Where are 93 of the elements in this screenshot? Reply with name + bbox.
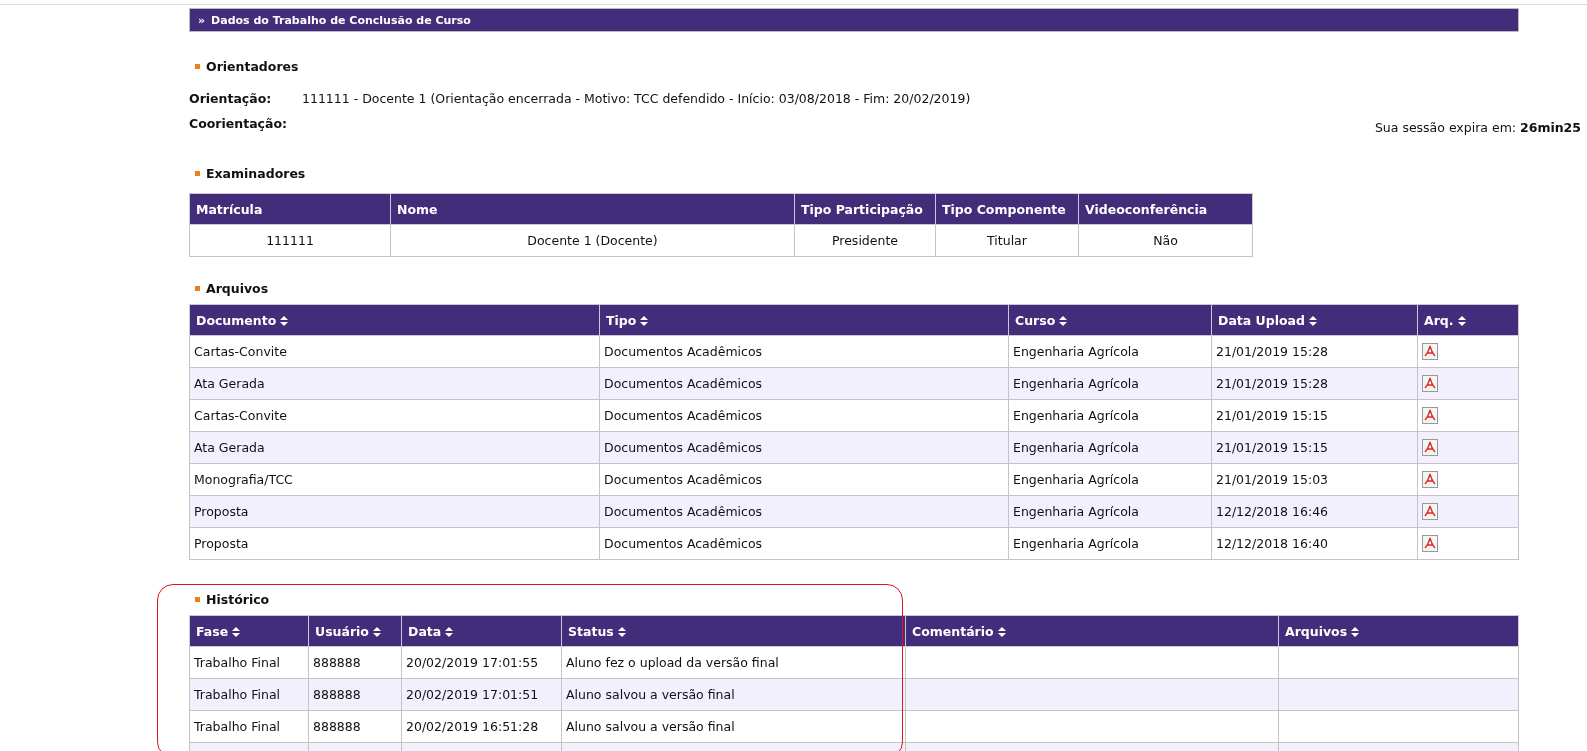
pdf-file-icon[interactable] [1422, 503, 1438, 520]
field-value: 111111 - Docente 1 (Orientação encerrada - Motivo: TCC defendido - Início: 03/08/2018 - Fim: 20/02/2019) [302, 91, 971, 106]
table-cell: 20/02/2019 16:51:28 [401, 710, 562, 743]
table-cell: Engenharia Agrícola [1008, 335, 1212, 368]
pdf-file-icon[interactable] [1422, 471, 1438, 488]
sort-icon [372, 627, 381, 637]
bullet-icon [195, 597, 200, 602]
sort-icon [232, 627, 241, 637]
bullet-icon [195, 286, 200, 291]
column-header[interactable]: Data [401, 615, 562, 647]
section-title: Arquivos [206, 281, 269, 296]
pdf-file-icon[interactable] [1422, 343, 1438, 360]
column-header[interactable]: Documento [189, 304, 600, 336]
table-cell: Trabalho Final [189, 646, 309, 679]
table-cell: Engenharia Agrícola [1008, 431, 1212, 464]
column-header[interactable]: Comentário [905, 615, 1279, 647]
table-cell: 12/12/2018 16:46 [1211, 495, 1418, 528]
table-cell: Proposta [189, 495, 600, 528]
table-cell: 111111 [189, 224, 391, 257]
section-title: Histórico [206, 592, 270, 607]
table-cell: Documentos Acadêmicos [599, 431, 1009, 464]
table-cell: Documentos Acadêmicos [599, 399, 1009, 432]
bullet-icon [195, 171, 200, 176]
sort-icon [1351, 627, 1360, 637]
column-header[interactable]: Curso [1008, 304, 1212, 336]
pdf-file-icon[interactable] [1422, 439, 1438, 456]
table-cell: Engenharia Agrícola [1008, 367, 1212, 400]
section-title: Orientadores [206, 59, 299, 74]
table-cell: 888888 [308, 678, 402, 711]
table-cell: 12/12/2018 16:40 [1211, 527, 1418, 560]
column-header: Tipo Componente [935, 193, 1079, 225]
table-cell: 21/01/2019 15:28 [1211, 367, 1418, 400]
table-cell: 888888 [308, 710, 402, 743]
table-cell: Documentos Acadêmicos [599, 335, 1009, 368]
column-header[interactable]: Arquivos [1278, 615, 1519, 647]
session-timer: Sua sessão expira em: 26min25 [1374, 120, 1581, 135]
column-header[interactable]: Fase [189, 615, 309, 647]
table-cell: Cartas-Convite [189, 399, 600, 432]
column-header[interactable]: Status [561, 615, 906, 647]
table-cell: Trabalho Final [189, 678, 309, 711]
column-header[interactable]: Tipo [599, 304, 1009, 336]
column-header[interactable]: Arq. [1417, 304, 1519, 336]
table-cell: Ata Gerada [189, 431, 600, 464]
table-cell: 21/01/2019 15:03 [1211, 463, 1418, 496]
table-cell: Docente 1 (Docente) [390, 224, 795, 257]
table-cell: 888888 [308, 646, 402, 679]
table-cell: Documentos Acadêmicos [599, 495, 1009, 528]
sort-icon [997, 627, 1006, 637]
sort-icon [1059, 316, 1068, 326]
column-header: Tipo Participação [794, 193, 936, 225]
column-header[interactable]: Usuário [308, 615, 402, 647]
table-cell: Ata Gerada [189, 367, 600, 400]
table-cell: Documentos Acadêmicos [599, 527, 1009, 560]
table-cell: 21/01/2019 15:15 [1211, 399, 1418, 432]
field-label: Orientação: [189, 91, 273, 106]
table-cell: Aluno salvou a versão final [561, 710, 906, 743]
sort-icon [640, 316, 649, 326]
table-cell: Aluno salvou a versão final [561, 678, 906, 711]
pdf-file-icon[interactable] [1422, 535, 1438, 552]
sort-icon [445, 627, 454, 637]
table-cell: Documentos Acadêmicos [599, 367, 1009, 400]
sort-icon [280, 316, 289, 326]
table-cell: 20/02/2019 17:01:51 [401, 678, 562, 711]
banner-marker: » [198, 13, 206, 27]
table-cell: 21/01/2019 15:15 [1211, 431, 1418, 464]
table-cell: Engenharia Agrícola [1008, 527, 1212, 560]
table-cell: Trabalho Final [189, 710, 309, 743]
table-cell: Engenharia Agrícola [1008, 463, 1212, 496]
table-cell: Engenharia Agrícola [1008, 399, 1212, 432]
sort-icon [1308, 316, 1317, 326]
table-cell: Aluno fez o upload da versão final [561, 646, 906, 679]
section-title: Examinadores [206, 166, 306, 181]
pdf-file-icon[interactable] [1422, 375, 1438, 392]
table-cell: Monografia/TCC [189, 463, 600, 496]
banner-title: Dados do Trabalho de Conclusão de Curso [211, 13, 471, 27]
table-cell: Proposta [189, 527, 600, 560]
bullet-icon [195, 64, 200, 69]
column-header[interactable]: Data Upload [1211, 304, 1418, 336]
table-cell: 20/02/2019 17:01:55 [401, 646, 562, 679]
pdf-file-icon[interactable] [1422, 407, 1438, 424]
field-label: Coorientação: [189, 116, 289, 131]
table-cell: Titular [935, 224, 1079, 257]
sort-icon [1457, 316, 1466, 326]
table-cell: Engenharia Agrícola [1008, 495, 1212, 528]
column-header: Videoconferência [1078, 193, 1253, 225]
table-cell: Não [1078, 224, 1253, 257]
table-cell: Presidente [794, 224, 936, 257]
table-cell: Cartas-Convite [189, 335, 600, 368]
column-header: Matrícula [189, 193, 391, 225]
table-cell: Documentos Acadêmicos [599, 463, 1009, 496]
sort-icon [617, 627, 626, 637]
column-header: Nome [390, 193, 795, 225]
table-cell: 21/01/2019 15:28 [1211, 335, 1418, 368]
